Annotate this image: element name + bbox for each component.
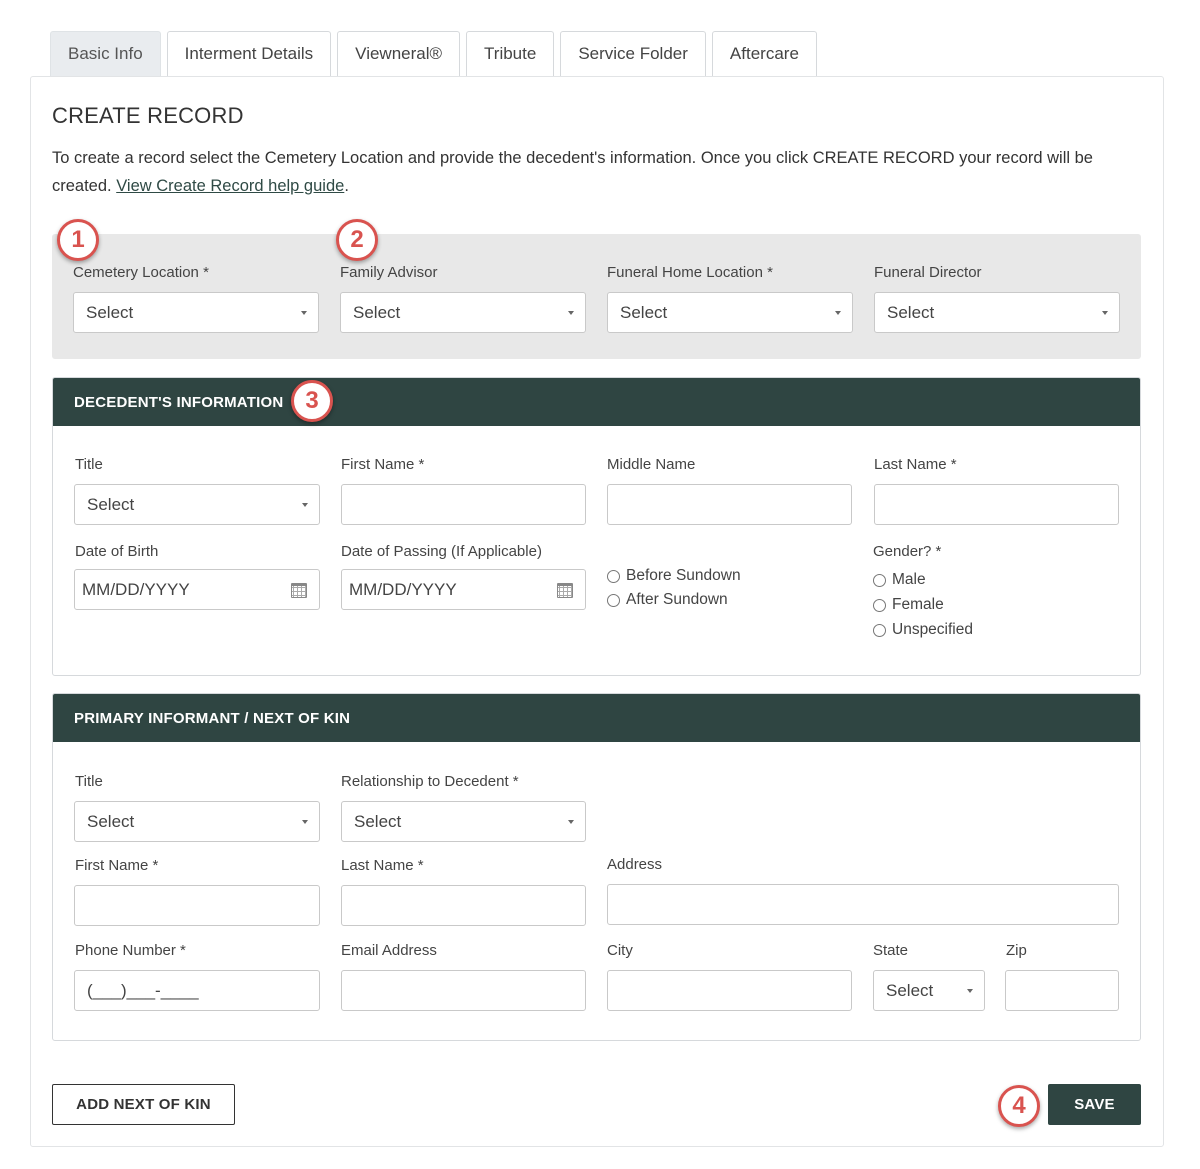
caret-down-icon [967, 989, 973, 993]
calendar-icon[interactable] [557, 583, 573, 598]
radio-circle-icon [607, 593, 620, 607]
radio-gender-female[interactable]: Female [873, 596, 944, 614]
save-button[interactable]: SAVE [1048, 1084, 1141, 1125]
help-guide-link[interactable]: View Create Record help guide [116, 177, 344, 195]
select-value: Select [87, 811, 135, 831]
state-select[interactable]: Select [873, 970, 985, 1011]
radio-before-sundown[interactable]: Before Sundown [607, 567, 741, 585]
relationship-label: Relationship to Decedent * [341, 773, 519, 790]
caret-down-icon [568, 311, 574, 315]
dob-input[interactable]: MM/DD/YYYY [74, 569, 320, 610]
cemetery-location-select[interactable]: Select [73, 292, 319, 333]
tab-bar: Basic Info Interment Details Viewneral® … [50, 31, 823, 77]
address-input[interactable] [607, 884, 1119, 925]
zip-label: Zip [1006, 942, 1027, 959]
city-input[interactable] [607, 970, 852, 1011]
add-next-of-kin-button[interactable]: ADD NEXT OF KIN [52, 1084, 235, 1125]
cemetery-location-label: Cemetery Location * [73, 264, 209, 281]
caret-down-icon [302, 820, 308, 824]
intro-text: To create a record select the Cemetery L… [52, 144, 1142, 200]
calendar-icon[interactable] [291, 583, 307, 598]
radio-label: After Sundown [626, 591, 728, 608]
select-value: Select [886, 980, 934, 1000]
decedent-last-name-input[interactable] [874, 484, 1119, 525]
funeral-home-location-label: Funeral Home Location * [607, 264, 773, 281]
tab-viewneral[interactable]: Viewneral® [337, 31, 461, 76]
informant-last-name-label: Last Name * [341, 857, 424, 874]
informant-title-label: Title [75, 773, 103, 790]
intro-trailing: . [344, 177, 349, 195]
funeral-director-select[interactable]: Select [874, 292, 1120, 333]
tab-basic-info[interactable]: Basic Info [50, 31, 161, 76]
zip-input[interactable] [1005, 970, 1119, 1011]
tab-aftercare[interactable]: Aftercare [711, 31, 817, 76]
informant-title-select[interactable]: Select [74, 801, 320, 842]
decedent-title-select[interactable]: Select [74, 484, 320, 525]
radio-after-sundown[interactable]: After Sundown [607, 591, 728, 609]
radio-circle-icon [607, 569, 620, 583]
decedent-first-name-label: First Name * [341, 456, 425, 473]
email-label: Email Address [341, 942, 437, 959]
dop-placeholder: MM/DD/YYYY [349, 579, 457, 599]
dop-label: Date of Passing (If Applicable) [341, 543, 542, 560]
tab-tribute[interactable]: Tribute [466, 31, 555, 76]
relationship-select[interactable]: Select [341, 801, 586, 842]
funeral-home-location-select[interactable]: Select [607, 292, 853, 333]
caret-down-icon [302, 503, 308, 507]
radio-circle-icon [873, 573, 886, 587]
address-label: Address [607, 856, 663, 873]
decedent-last-name-label: Last Name * [874, 456, 957, 473]
decedent-middle-name-input[interactable] [607, 484, 852, 525]
informant-section-header: PRIMARY INFORMANT / NEXT OF KIN [53, 694, 1140, 742]
caret-down-icon [1102, 311, 1108, 315]
informant-first-name-input[interactable] [74, 885, 320, 926]
city-label: City [607, 942, 633, 959]
radio-label: Female [892, 596, 944, 613]
select-value: Select [620, 302, 668, 322]
dob-placeholder: MM/DD/YYYY [82, 579, 190, 599]
decedent-section-header: DECEDENT'S INFORMATION [53, 378, 1140, 426]
family-advisor-label: Family Advisor [340, 264, 438, 281]
caret-down-icon [568, 820, 574, 824]
select-value: Select [86, 302, 134, 322]
callout-badge-3: 3 [291, 380, 333, 422]
select-value: Select [887, 302, 935, 322]
callout-badge-1: 1 [57, 219, 99, 261]
caret-down-icon [301, 311, 307, 315]
radio-circle-icon [873, 623, 886, 637]
phone-label: Phone Number * [75, 942, 186, 959]
informant-first-name-label: First Name * [75, 857, 159, 874]
radio-label: Unspecified [892, 621, 973, 638]
tab-interment-details[interactable]: Interment Details [166, 31, 332, 76]
select-value: Select [87, 494, 135, 514]
radio-gender-male[interactable]: Male [873, 571, 926, 589]
funeral-director-label: Funeral Director [874, 264, 982, 281]
decedent-middle-name-label: Middle Name [607, 456, 696, 473]
email-input[interactable] [341, 970, 586, 1011]
radio-label: Before Sundown [626, 567, 741, 584]
select-value: Select [353, 302, 401, 322]
decedent-first-name-input[interactable] [341, 484, 586, 525]
tab-service-folder[interactable]: Service Folder [560, 31, 706, 76]
page-title: CREATE RECORD [52, 103, 244, 128]
informant-last-name-input[interactable] [341, 885, 586, 926]
radio-gender-unspecified[interactable]: Unspecified [873, 621, 973, 639]
state-label: State [873, 942, 909, 959]
family-advisor-select[interactable]: Select [340, 292, 586, 333]
callout-badge-4: 4 [998, 1085, 1040, 1127]
decedent-title-label: Title [75, 456, 103, 473]
callout-badge-2: 2 [336, 219, 378, 261]
radio-label: Male [892, 571, 926, 588]
dob-label: Date of Birth [75, 543, 159, 560]
gender-label: Gender? * [873, 543, 942, 560]
select-value: Select [354, 811, 402, 831]
radio-circle-icon [873, 598, 886, 612]
decedent-section: DECEDENT'S INFORMATION [52, 377, 1141, 676]
dop-input[interactable]: MM/DD/YYYY [341, 569, 586, 610]
phone-input[interactable]: (___)___-____ [74, 970, 320, 1011]
caret-down-icon [835, 311, 841, 315]
